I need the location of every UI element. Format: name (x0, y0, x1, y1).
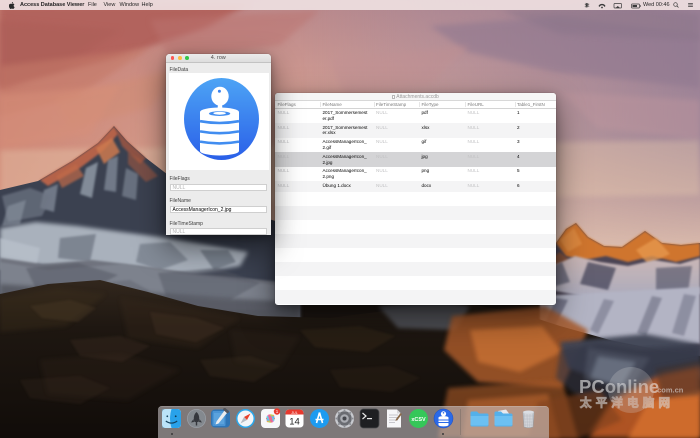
svg-text:太平洋电脑网: 太平洋电脑网 (579, 396, 674, 410)
svg-text:.com.cn: .com.cn (655, 386, 684, 395)
svg-text:PConline: PConline (579, 376, 659, 397)
svg-text:xCSV: xCSV (411, 417, 426, 423)
svg-text:JUL: JUL (292, 411, 298, 415)
svg-text:14: 14 (290, 417, 301, 428)
